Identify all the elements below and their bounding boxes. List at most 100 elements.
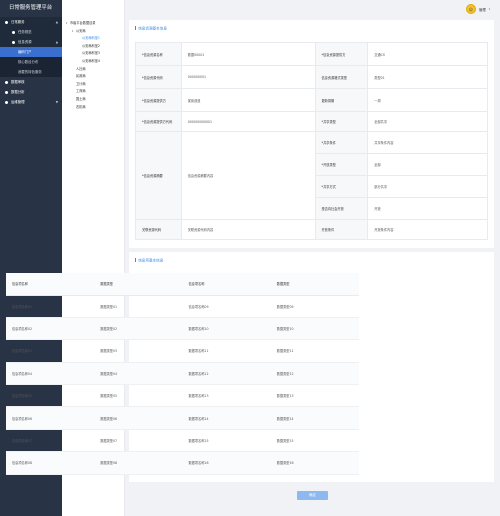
tree-node[interactable]: 人社局 [62, 66, 124, 74]
tree-node-label: 农机局 [76, 104, 86, 109]
tree-node-label: 公安局科室4 [82, 58, 100, 63]
chevron-down-icon: ▾ [488, 7, 491, 11]
chevron-up-icon: ▲ [55, 20, 58, 24]
table-cell: 数据类型09 [270, 295, 359, 318]
field-label: *信息资源提供方代码 [135, 111, 182, 132]
column-header: 数据类型 [270, 273, 359, 296]
tree-node[interactable]: 公安局科室4 [62, 58, 124, 66]
tree-node[interactable]: 公安局科室2 [62, 43, 124, 51]
table-cell: 数据项名称12 [182, 362, 271, 386]
sidebar-item-info-resource[interactable]: 信息资源 ▲ [0, 37, 62, 47]
sidebar-item-label: 信息资源 [18, 40, 32, 44]
sidebar-item-label: 核心数目分布 [18, 60, 39, 64]
table-cell: 数据类型01 [94, 295, 183, 318]
field-value: 交通CS [367, 42, 488, 66]
tree-node-label: 工商局 [76, 89, 86, 94]
field-label: 关联资源代码 [135, 219, 182, 240]
tree-node-selected[interactable]: 公安局科室1 [62, 35, 124, 43]
table-cell: 数据项名称11 [182, 339, 271, 363]
field-value: 关联资源代码内容 [180, 219, 316, 240]
field-value: 某街道道 [180, 88, 316, 112]
tree-node-label: 公安局科室2 [82, 43, 100, 48]
table-cell: 数据类型13 [270, 384, 359, 408]
settings-icon [5, 100, 8, 104]
tree-node[interactable]: 民政局 [62, 73, 124, 81]
avatar[interactable]: ☺ [466, 4, 476, 14]
tree-node[interactable]: 农机局 [62, 104, 124, 112]
table-cell: 数据项名称13 [182, 384, 271, 408]
user-menu[interactable]: ☺ 管理 ▾ [466, 3, 490, 15]
table-row: 信息项名称07 数据类型07 数据项名称15 数据类型15 [6, 429, 359, 453]
field-label: 开放条件 [314, 219, 369, 240]
field-value: 开放 [367, 197, 488, 220]
table-cell: 信息项名称05 [6, 384, 95, 408]
field-label: *信息资源摘要 [135, 131, 182, 220]
table-cell: 信息项名称03 [6, 339, 95, 363]
column-header: 信息项名称 [182, 273, 271, 296]
table-cell: 数据类型08 [94, 451, 183, 475]
table-cell: 数据类型06 [94, 406, 183, 430]
table-cell: 数据类型12 [270, 362, 359, 386]
table-row: 信息项名称03 数据类型03 数据项名称11 数据类型11 [6, 339, 359, 363]
table-cell: 数据类型14 [270, 406, 359, 430]
info-row: *信息资源提供方 某街道道 更新周期 一周 [135, 88, 488, 112]
tree-node-label: 国土局 [76, 96, 86, 101]
sidebar-item-label: 我要的特色服务 [18, 70, 42, 74]
tree-node-label: 卫计局 [76, 81, 86, 86]
table-cell: 信息项名称01 [6, 295, 95, 318]
table-cell: 数据类型03 [94, 339, 183, 363]
table-cell: 数据项名称14 [182, 406, 271, 430]
table-cell: 数据类型07 [94, 429, 183, 453]
table-cell: 信息项名称08 [6, 451, 95, 475]
tree-node-label: 民政局 [76, 74, 86, 79]
table-cell: 信息项名称04 [6, 362, 95, 386]
tree-node[interactable]: ▾ 市级平台数据目录 [62, 20, 124, 28]
field-label: 更新周期 [314, 88, 369, 112]
sidebar-item-daily-service[interactable]: 日常服务 ▲ [0, 17, 62, 27]
sidebar-item-label: 任务规范 [18, 30, 32, 34]
field-value: 部分共享 [367, 175, 488, 198]
field-label: 信息资源格式类型 [314, 65, 369, 89]
tree-node[interactable]: 国土局 [62, 96, 124, 104]
field-label: *信息资源提供方 [314, 42, 369, 66]
basic-info-card: 信息资源基本信息 *信息资源名称 数据00001 *信息资源提供方 交通CS *… [129, 20, 494, 248]
chevron-down-icon: ▼ [55, 100, 58, 104]
title-bar-icon [135, 258, 137, 262]
table-cell: 数据类型10 [270, 317, 359, 341]
info-row: *信息资源代码 000000001 信息资源格式类型 类型01 [135, 65, 488, 89]
sidebar-item-label: 日常服务 [11, 20, 25, 24]
tree-node[interactable]: 工商局 [62, 88, 124, 96]
grid-icon [5, 20, 8, 24]
tree-node-label: 公安局科室1 [82, 36, 100, 41]
info-row: *信息资源摘要 信息资源摘要内容 *共享条件 共享条件内容 [135, 131, 488, 220]
sidebar-item-task-spec[interactable]: 任务规范 [0, 27, 62, 37]
field-label: *信息资源代码 [135, 65, 182, 89]
field-label: *共享类型 [314, 111, 369, 132]
tree-node[interactable]: 公安局科室3 [62, 50, 124, 58]
field-value: 全部 [367, 153, 488, 176]
sidebar-item-label: 编码门户 [18, 50, 32, 54]
table-cell: 数据类型11 [270, 339, 359, 363]
sidebar-item-core-distribution[interactable]: 核心数目分布 [0, 57, 62, 67]
tree-node[interactable]: ▾ 公安局 [62, 28, 124, 36]
section-title: 信息资源基本信息 [135, 26, 167, 32]
field-value: 000000001 [180, 65, 316, 89]
field-label: *开放类型 [314, 153, 369, 176]
tree-node-label: 市级平台数据目录 [70, 21, 96, 25]
confirm-button[interactable]: 确定 [297, 491, 328, 500]
sidebar-item-code-portal[interactable]: 编码门户 [0, 47, 62, 57]
sidebar-item-ops[interactable]: 运维管理 ▼ [0, 97, 62, 107]
sidebar-item-data-review[interactable]: 数据审核 [0, 77, 62, 87]
sidebar-item-data-analysis[interactable]: 数据分析 [0, 87, 62, 97]
field-value: 类型01 [367, 65, 488, 89]
table-cell: 数据类型15 [270, 429, 359, 453]
section-title-text: 信息资源基本信息 [138, 26, 167, 31]
field-label: *共享条件 [314, 131, 369, 154]
table-row: 信息项名称01 数据类型01 信息项名称09 数据类型09 [6, 295, 359, 318]
sidebar-item-feature-service[interactable]: 我要的特色服务 [0, 67, 62, 77]
title-bar-icon [135, 26, 137, 30]
tree-node[interactable]: 卫计局 [62, 81, 124, 89]
table-row: 信息项名称05 数据类型05 数据项名称13 数据类型13 [6, 384, 359, 408]
app-title: 日常服务管理平台 [9, 5, 53, 11]
table-cell: 数据项名称16 [182, 451, 271, 475]
